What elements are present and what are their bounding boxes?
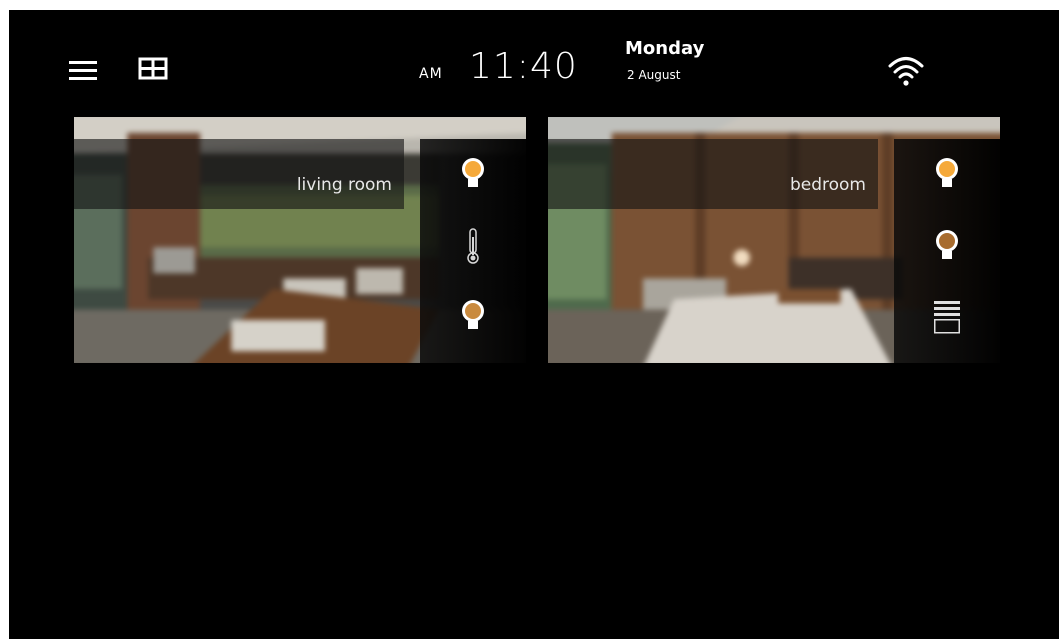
light-bulb-icon[interactable] [932, 153, 962, 195]
room-label: bedroom [789, 175, 866, 195]
clock-time: 11:40 [469, 46, 578, 87]
light-bulb-icon[interactable] [932, 225, 962, 267]
grid-view-icon[interactable] [137, 54, 173, 84]
room-card-living-room[interactable]: living room [74, 117, 526, 363]
room-label-bar: bedroom [548, 139, 878, 209]
wifi-icon[interactable] [885, 50, 927, 90]
clock-ampm: AM [419, 66, 443, 82]
room-control-panel [894, 139, 1000, 363]
room-card-bedroom[interactable]: bedroom [548, 117, 1000, 363]
clock-day: Monday [625, 38, 705, 59]
thermometer-icon[interactable] [458, 225, 488, 267]
room-label-bar: living room [74, 139, 404, 209]
window-blinds-icon[interactable] [932, 295, 962, 337]
clock-date: 2 August [627, 68, 681, 82]
light-bulb-icon[interactable] [458, 153, 488, 195]
room-label: living room [296, 175, 392, 195]
home-screen: AM 11:40 Monday 2 August living room bed… [9, 10, 1059, 639]
hamburger-menu-icon[interactable] [67, 57, 103, 87]
light-bulb-icon[interactable] [458, 295, 488, 337]
room-control-panel [420, 139, 526, 363]
